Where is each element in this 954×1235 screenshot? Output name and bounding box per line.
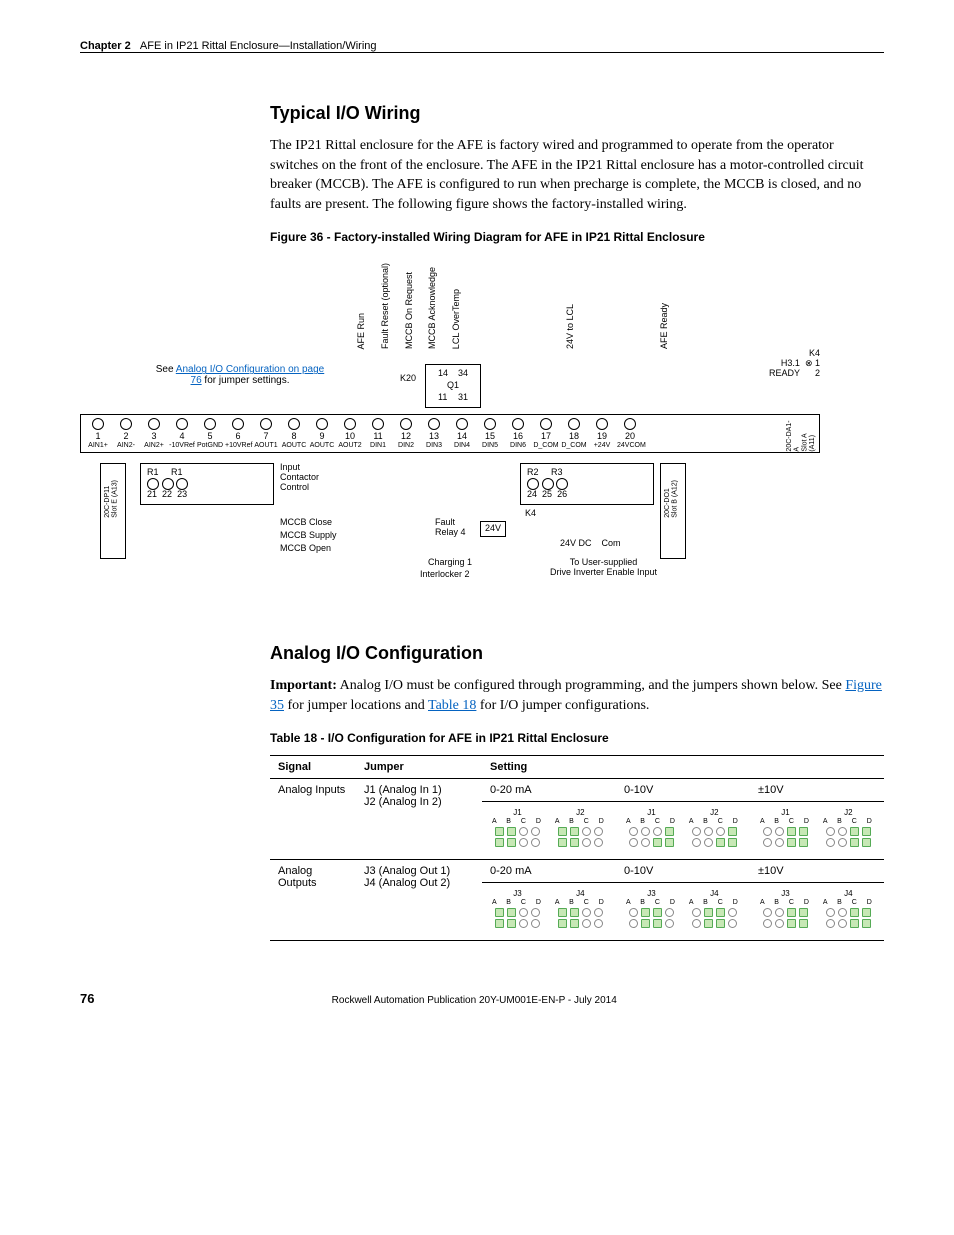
slot-b-box: 20C-DO1Slot B (A12) [660,463,686,559]
relay-box-left: R1 R1 21 22 23 [140,463,274,505]
jumper-note: See Analog I/O Configuration on page 76 … [150,364,330,386]
relay-box-right: R2 R3 24 25 26 [520,463,654,505]
k20-q1-box: 1434 Q1 1131 [425,364,481,408]
page-number: 76 [80,991,94,1006]
page-footer: 76 Rockwell Automation Publication 20Y-U… [80,991,884,1006]
section-title-io-wiring: Typical I/O Wiring [270,103,884,124]
running-header: Chapter 2 AFE in IP21 Rittal Enclosure—I… [80,40,884,53]
link-table-18[interactable]: Table 18 [428,698,476,713]
terminal-strip: 20C-DA1-ASlot A (A11) 1AIN1+2AIN2-3AIN2+… [80,414,820,453]
publication-info: Rockwell Automation Publication 20Y-UM00… [94,995,854,1006]
figure-caption: Figure 36 - Factory-installed Wiring Dia… [270,230,884,244]
io-config-table: Signal Jumper Setting Analog Inputs J1 (… [270,755,884,941]
wiring-diagram: AFE RunFault Reset (optional)MCCB On Req… [80,254,820,613]
k4-ready-block: K4 H3.1 ⊗ 1 READY 2 [769,349,820,379]
table-caption: Table 18 - I/O Configuration for AFE in … [270,731,884,745]
vertical-signal-labels: AFE RunFault Reset (optional)MCCB On Req… [0,254,670,349]
slot-e-box: 20C-DP11Slot E (A13) [100,463,126,559]
section1-paragraph: The IP21 Rittal enclosure for the AFE is… [270,136,884,214]
section-title-analog-io: Analog I/O Configuration [270,643,884,664]
important-note: Important: Analog I/O must be configured… [270,676,884,715]
